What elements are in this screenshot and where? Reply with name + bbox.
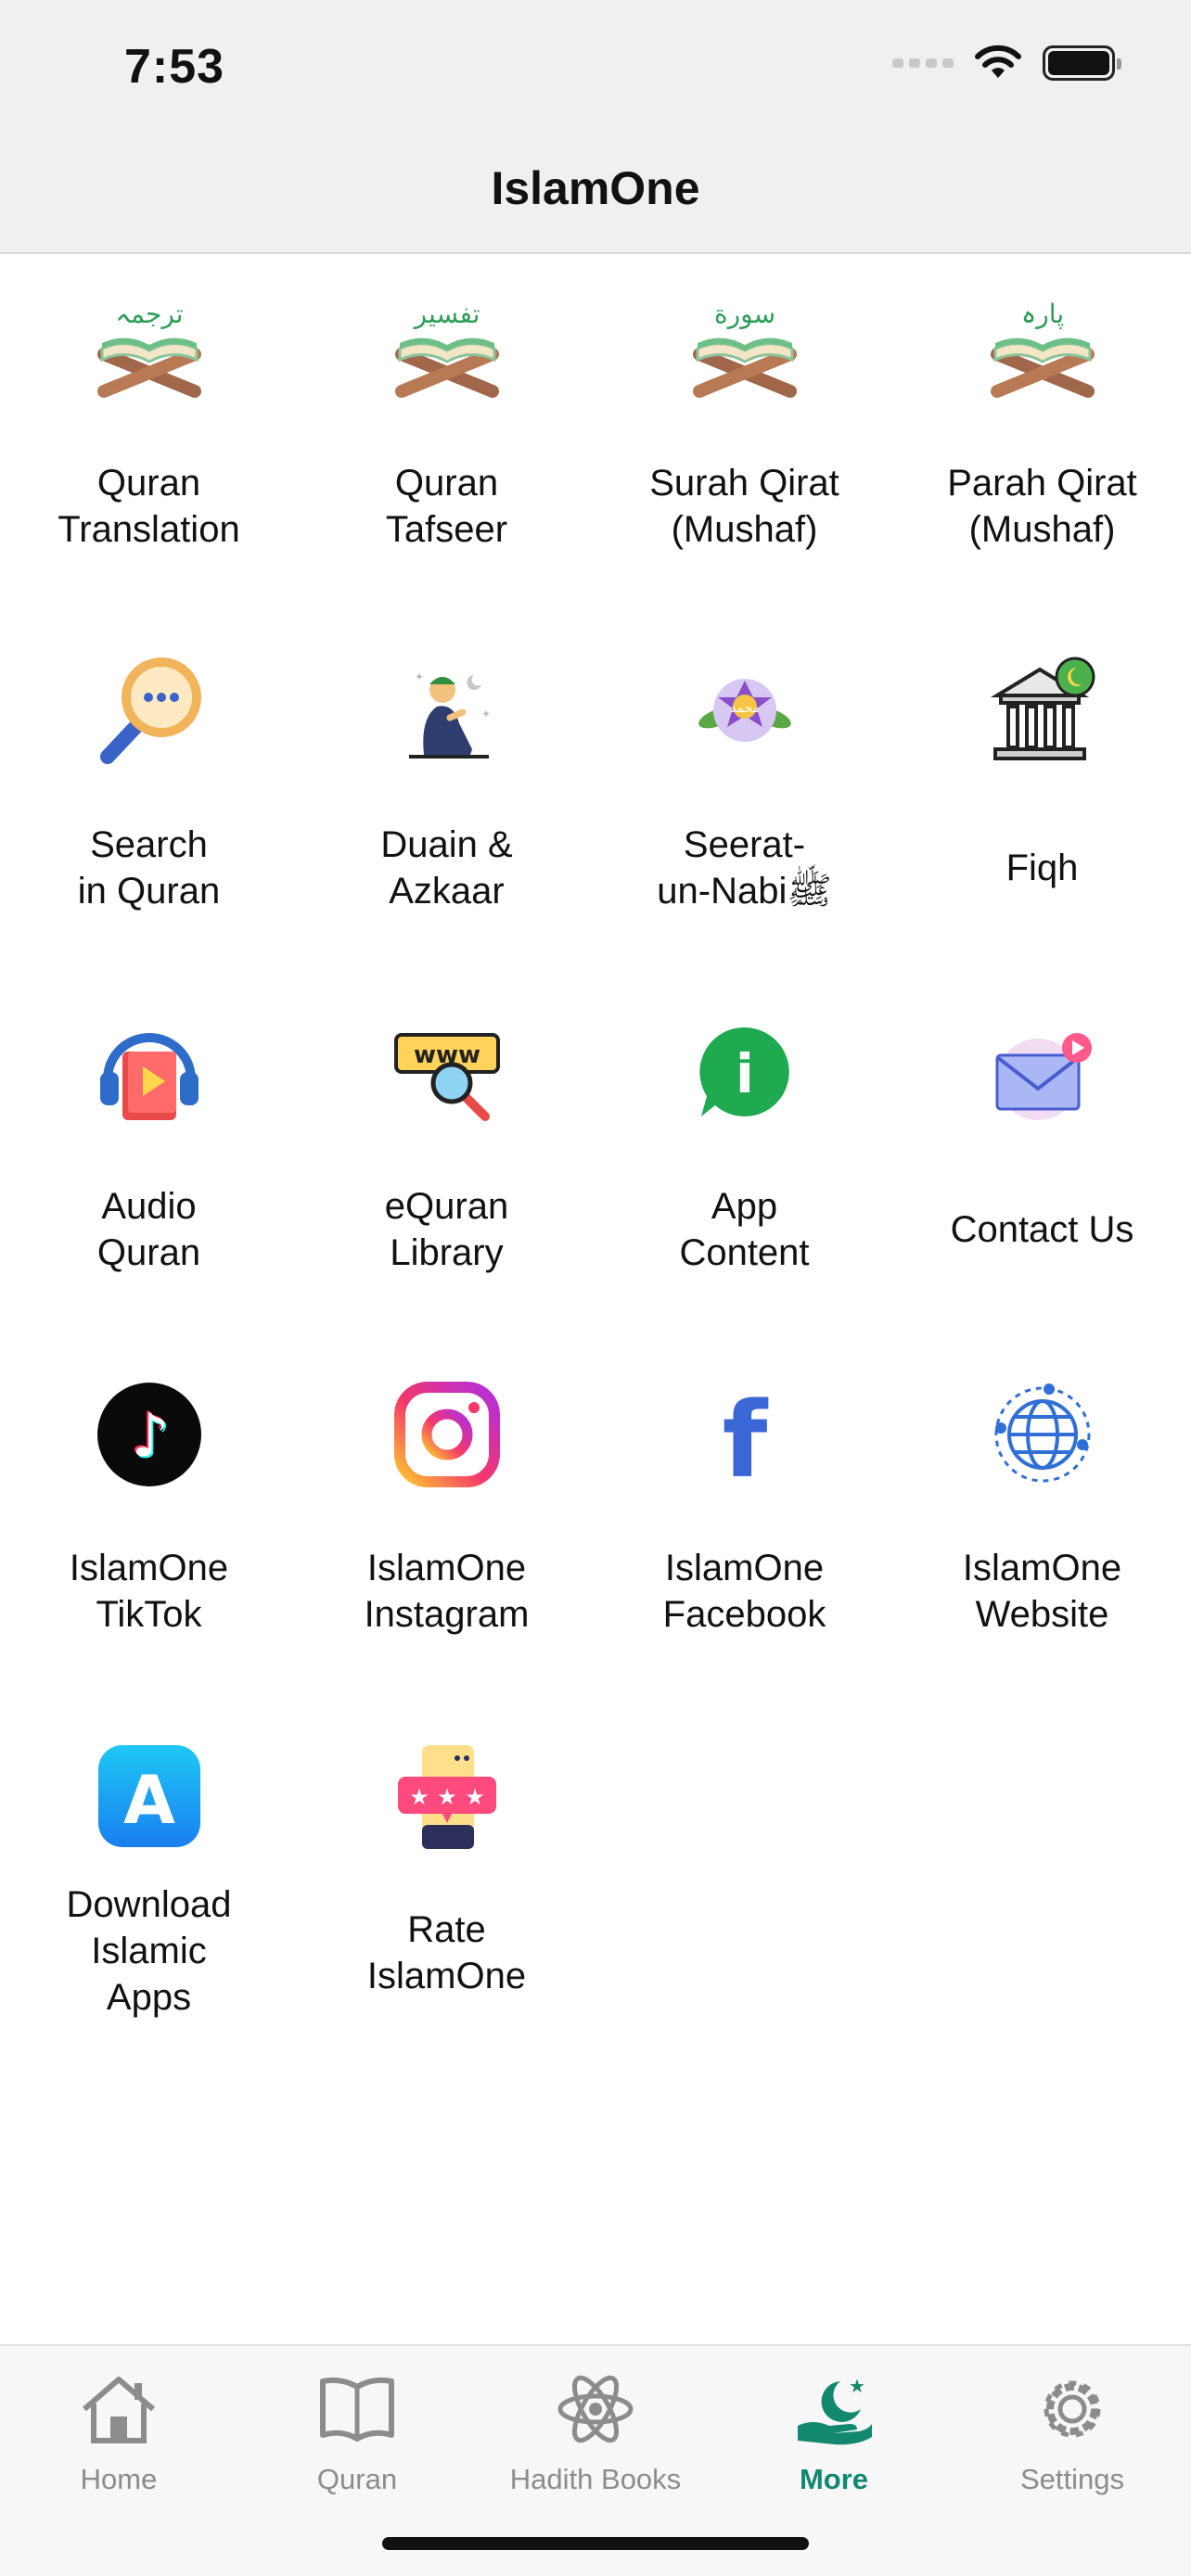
tile-label: Rate IslamOne xyxy=(366,1909,527,1996)
tile-label: IslamOne Instagram xyxy=(364,1548,530,1635)
envelope-icon xyxy=(984,1014,1101,1131)
tile-equran-library[interactable]: www eQuran Library xyxy=(298,979,596,1341)
search-icon xyxy=(91,653,208,770)
svg-text:✦: ✦ xyxy=(415,670,424,683)
rate-stars-icon: ★ ★ ★ xyxy=(389,1738,506,1855)
svg-text:محمد: محمد xyxy=(730,701,760,716)
atom-icon xyxy=(477,2359,714,2459)
tile-quran-tafseer[interactable]: تفسیر Quran Tafseer xyxy=(298,256,596,618)
wifi-icon xyxy=(975,45,1021,78)
svg-text:i: i xyxy=(736,1042,754,1105)
praying-man-icon: ✦ ✦ xyxy=(389,653,506,770)
info-bubble-icon: i xyxy=(686,1014,803,1131)
svg-text:پارہ: پارہ xyxy=(1020,299,1063,329)
quran-stand-translation-icon: ترجمہ xyxy=(91,291,208,408)
tile-download-islamic-apps[interactable]: A Download Islamic Apps xyxy=(0,1702,298,2064)
tile-fiqh[interactable]: Fiqh xyxy=(893,618,1191,979)
home-indicator[interactable] xyxy=(382,2537,809,2550)
tile-parah-qirat[interactable]: پارہ Parah Qirat (Mushaf) xyxy=(893,256,1191,618)
tile-duain-azkaar[interactable]: ✦ ✦ Duain & Azkaar xyxy=(298,618,596,979)
www-search-icon: www xyxy=(389,1014,506,1131)
svg-text:★: ★ xyxy=(409,1785,429,1810)
tile-label: Fiqh xyxy=(1005,848,1079,888)
tab-label: Quran xyxy=(316,2463,398,2495)
tile-label: Audio Quran xyxy=(96,1186,201,1273)
svg-text:سورة: سورة xyxy=(713,299,775,329)
tile-islamone-tiktok[interactable]: ♪ ♪ ♪ IslamOne TikTok xyxy=(0,1341,298,1702)
seerat-icon: محمد xyxy=(686,653,803,770)
gear-icon xyxy=(954,2359,1191,2459)
facebook-icon: f xyxy=(686,1376,803,1493)
tile-label: Download Islamic Apps xyxy=(66,1884,232,2018)
status-time: 7:53 xyxy=(124,40,225,94)
svg-text:★: ★ xyxy=(849,2377,865,2397)
tab-label: Home xyxy=(80,2463,158,2495)
status-icons xyxy=(892,45,1121,82)
tile-islamone-facebook[interactable]: f IslamOne Facebook xyxy=(596,1341,893,1702)
quran-stand-surah-icon: سورة xyxy=(686,291,803,408)
tab-hadith-books[interactable]: Hadith Books xyxy=(477,2359,714,2496)
svg-text:★: ★ xyxy=(437,1785,457,1810)
tile-label: Quran Tafseer xyxy=(385,463,508,550)
tile-label: IslamOne TikTok xyxy=(69,1548,229,1635)
crescent-hand-icon: ★ xyxy=(715,2359,953,2459)
tile-search-in-quran[interactable]: Search in Quran xyxy=(0,618,298,979)
tab-label: More xyxy=(799,2463,869,2495)
tile-islamone-website[interactable]: IslamOne Website xyxy=(893,1341,1191,1702)
tile-label: Search in Quran xyxy=(77,824,221,912)
audio-headphones-icon xyxy=(91,1014,208,1131)
globe-icon xyxy=(984,1376,1101,1493)
svg-text:★: ★ xyxy=(465,1785,485,1810)
tab-label: Settings xyxy=(1019,2463,1124,2495)
tile-label: IslamOne Website xyxy=(962,1548,1122,1635)
tab-more[interactable]: ★ More xyxy=(715,2359,953,2496)
tile-label: Duain & Azkaar xyxy=(380,824,513,912)
fiqh-building-icon xyxy=(984,653,1101,770)
tile-label: Parah Qirat (Mushaf) xyxy=(947,463,1137,550)
book-icon xyxy=(238,2359,476,2459)
cellular-signal-icon xyxy=(892,58,954,68)
tile-label: Surah Qirat (Mushaf) xyxy=(649,463,839,550)
tile-rate-islamone[interactable]: ★ ★ ★ Rate IslamOne xyxy=(298,1702,596,2064)
tile-surah-qirat[interactable]: سورة Surah Qirat (Mushaf) xyxy=(596,256,893,618)
svg-text:A: A xyxy=(123,1761,175,1839)
quran-stand-parah-icon: پارہ xyxy=(984,291,1101,408)
tab-label: Hadith Books xyxy=(509,2463,682,2495)
tab-home[interactable]: Home xyxy=(0,2359,237,2496)
battery-icon xyxy=(1043,45,1121,81)
tile-seerat-un-nabi[interactable]: محمد Seerat- un-Nabiﷺ xyxy=(596,618,893,979)
tile-label: Seerat- un-Nabiﷺ xyxy=(657,824,832,912)
tile-label: Quran Translation xyxy=(58,463,240,550)
quran-stand-tafseer-icon: تفسیر xyxy=(389,291,506,408)
tiktok-icon: ♪ ♪ ♪ xyxy=(91,1376,208,1493)
svg-text:تفسیر: تفسیر xyxy=(412,299,480,329)
tab-settings[interactable]: Settings xyxy=(954,2359,1191,2496)
tile-app-content[interactable]: i App Content xyxy=(596,979,893,1341)
home-icon xyxy=(0,2359,237,2459)
svg-text:♪: ♪ xyxy=(131,1402,169,1471)
tab-quran[interactable]: Quran xyxy=(238,2359,476,2496)
tile-label: IslamOne Facebook xyxy=(662,1548,826,1635)
tile-label: Contact Us xyxy=(950,1209,1134,1250)
tile-quran-translation[interactable]: ترجمہ Quran Translation xyxy=(0,256,298,618)
page-title: IslamOne xyxy=(491,162,700,214)
tile-contact-us[interactable]: Contact Us xyxy=(893,979,1191,1341)
svg-text:✦: ✦ xyxy=(481,708,491,721)
svg-text:ترجمہ: ترجمہ xyxy=(115,299,183,329)
svg-text:f: f xyxy=(722,1381,768,1493)
app-store-icon: A xyxy=(91,1738,208,1855)
tile-islamone-instagram[interactable]: IslamOne Instagram xyxy=(298,1341,596,1702)
tile-label: App Content xyxy=(679,1186,810,1273)
instagram-icon xyxy=(389,1376,506,1493)
tile-label: eQuran Library xyxy=(384,1186,509,1273)
status-and-nav-bar: 7:53 IslamOne xyxy=(0,0,1191,254)
tile-audio-quran[interactable]: Audio Quran xyxy=(0,979,298,1341)
